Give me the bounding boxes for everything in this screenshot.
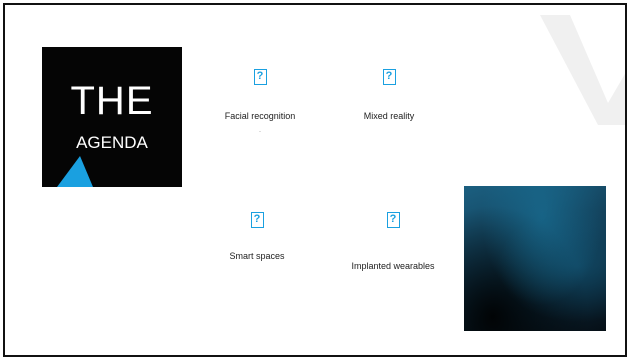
topic-label: Facial recognition xyxy=(224,111,296,121)
topic-label: Mixed reality xyxy=(363,111,415,121)
missing-image-icon: ? xyxy=(386,212,400,228)
slide: THE AGENDA ? Facial recognition - ? Mixe… xyxy=(3,3,627,357)
corner-triangle-icon xyxy=(57,156,93,187)
topic-facial-recognition: ? Facial recognition - xyxy=(190,69,330,135)
topic-divider-dot: - xyxy=(259,129,261,135)
topic-label: Smart spaces xyxy=(229,251,285,261)
chevron-watermark-icon xyxy=(540,15,625,125)
topic-smart-spaces: ? Smart spaces xyxy=(187,212,327,262)
abstract-photo xyxy=(464,186,606,331)
missing-image-icon: ? xyxy=(250,212,264,228)
agenda-title: THE xyxy=(70,79,154,123)
topic-label: Implanted wearables xyxy=(351,261,435,271)
agenda-subtitle: AGENDA xyxy=(76,133,148,152)
topic-mixed-reality: ? Mixed reality xyxy=(319,69,459,122)
missing-image-icon: ? xyxy=(253,69,267,85)
missing-image-icon: ? xyxy=(382,69,396,85)
topic-implanted-wearables: ? Implanted wearables xyxy=(323,212,463,272)
agenda-title-block: THE AGENDA xyxy=(42,47,182,187)
